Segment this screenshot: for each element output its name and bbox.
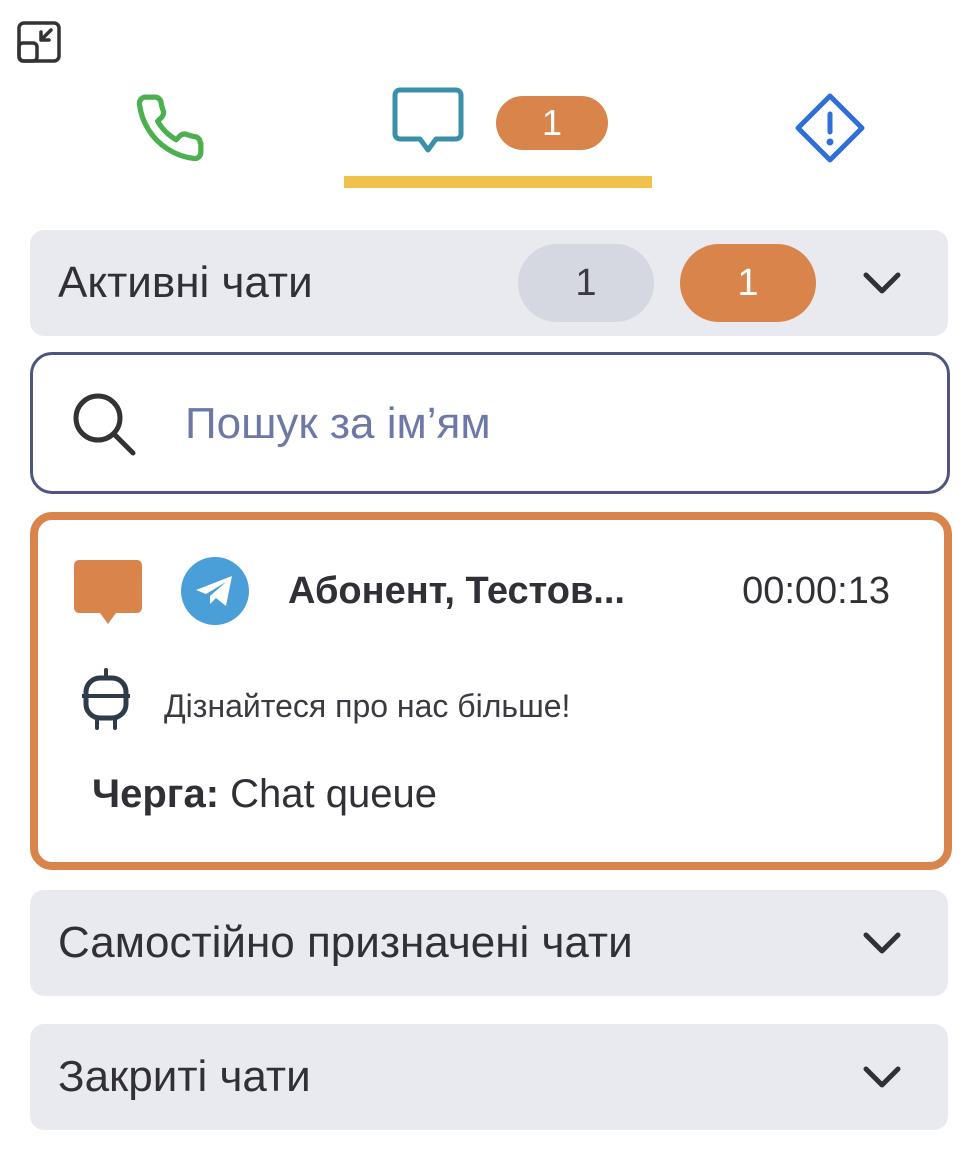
search-box	[30, 352, 950, 494]
channel-tabs: 1	[0, 78, 976, 190]
phone-icon	[136, 94, 204, 162]
chat-timer: 00:00:13	[742, 570, 890, 612]
chevron-down-icon	[863, 272, 901, 294]
tab-chats[interactable]: 1	[344, 78, 652, 188]
tab-calls[interactable]	[120, 78, 220, 178]
section-title: Самостійно призначені чати	[58, 918, 633, 967]
robot-icon	[82, 668, 130, 730]
last-message: Дізнайтеся про нас більше!	[164, 688, 571, 724]
collapse-button[interactable]	[14, 18, 64, 66]
chat-bubble-icon	[392, 87, 464, 153]
section-closed-chats[interactable]: Закриті чати	[30, 1024, 948, 1130]
chevron-down-icon	[863, 1066, 901, 1088]
unread-count-badge: 1	[680, 244, 816, 322]
search-input[interactable]	[183, 385, 907, 463]
queue-value: Chat queue	[230, 772, 437, 816]
active-count-badge: 1	[518, 244, 654, 322]
chat-tab-badge: 1	[496, 96, 608, 150]
queue-info: Черга: Chat queue	[92, 772, 437, 817]
collapse-icon	[17, 21, 61, 63]
alert-diamond-icon	[795, 93, 865, 163]
queue-label: Черга:	[92, 772, 220, 816]
section-self-assigned-chats[interactable]: Самостійно призначені чати	[30, 890, 948, 996]
tab-alerts[interactable]	[780, 78, 880, 178]
section-title: Закриті чати	[58, 1052, 311, 1101]
section-title: Активні чати	[58, 258, 313, 307]
chat-list-item[interactable]: Абонент, Тестов... 00:00:13 Дізнайтеся п…	[30, 512, 952, 870]
contact-name: Абонент, Тестов...	[288, 570, 625, 612]
section-active-chats[interactable]: Активні чати 1 1	[30, 230, 948, 336]
active-tab-indicator	[344, 176, 652, 188]
search-icon	[73, 393, 136, 456]
chevron-down-icon	[863, 932, 901, 954]
telegram-icon	[181, 557, 249, 625]
chat-bubble-icon	[74, 560, 142, 624]
